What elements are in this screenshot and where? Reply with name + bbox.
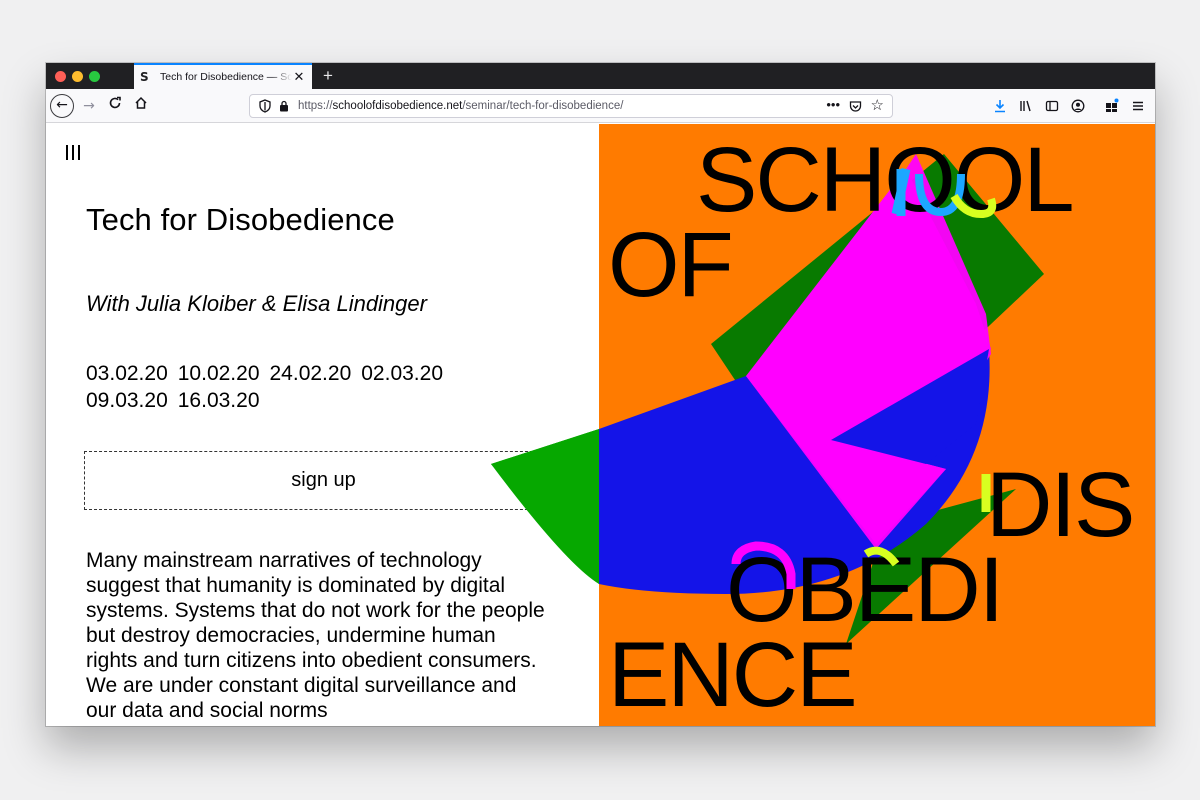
logo-line-school: SCHOOL: [696, 129, 1075, 231]
session-dates: 03.02.20 10.02.20 24.02.20 02.03.20 09.03.20…: [86, 360, 506, 414]
reload-icon: [109, 96, 121, 109]
date-item: 09.03.20: [86, 389, 168, 412]
tab-favicon-icon: S: [140, 70, 149, 84]
url-text[interactable]: https://schoolofdisobedience.net/seminar…: [298, 100, 623, 112]
date-item: 03.02.20: [86, 362, 168, 385]
logo-line-of: OF: [608, 214, 734, 316]
browser-window: S Tech for Disobedience — School of Diso…: [46, 63, 1155, 726]
window-minimize-button[interactable]: [72, 71, 83, 82]
home-button[interactable]: [130, 95, 152, 117]
lock-icon[interactable]: [278, 100, 290, 112]
page-actions-more-icon[interactable]: •••: [826, 97, 840, 112]
app-menu-icon[interactable]: [1128, 96, 1148, 116]
tab-title: Tech for Disobedience — School of Disobe…: [160, 71, 292, 83]
active-tab[interactable]: S Tech for Disobedience — School of Diso…: [134, 63, 312, 89]
forward-button[interactable]: →: [78, 95, 100, 117]
signup-button[interactable]: sign up: [84, 451, 563, 510]
new-tab-button[interactable]: +: [318, 65, 338, 87]
back-button[interactable]: ←: [50, 94, 74, 118]
date-item: 16.03.20: [177, 389, 260, 412]
tab-close-icon[interactable]: ✕: [292, 69, 306, 85]
nav-bar: ← → https://schoolofdisobedience.net/sem…: [46, 89, 1155, 123]
url-path: /seminar/tech-for-disobedience/: [462, 100, 624, 112]
account-icon[interactable]: [1068, 96, 1088, 116]
date-item: 02.03.20: [361, 362, 443, 385]
date-item: 10.02.20: [177, 362, 260, 385]
home-icon: [135, 96, 147, 109]
url-bar[interactable]: https://schoolofdisobedience.net/seminar…: [249, 94, 893, 118]
pocket-icon[interactable]: [849, 100, 862, 113]
logo-line-dis: DIS: [986, 454, 1135, 556]
menu-icon[interactable]: [66, 145, 82, 161]
sidebar-icon[interactable]: [1042, 96, 1062, 116]
url-scheme: https://: [298, 100, 333, 112]
window-maximize-button[interactable]: [89, 71, 100, 82]
downloads-icon[interactable]: [990, 96, 1010, 116]
web-page: Tech for Disobedience With Julia Kloiber…: [46, 124, 1155, 726]
date-item: 24.02.20: [269, 362, 352, 385]
logo-line-ence: ENCE: [608, 624, 858, 726]
description-text: Many mainstream narratives of technology…: [86, 549, 545, 722]
library-icon[interactable]: [1016, 96, 1036, 116]
logo-line-obedi: OBEDI: [726, 539, 1004, 641]
hosts-line: With Julia Kloiber & Elisa Lindinger: [86, 291, 427, 316]
extensions-icon[interactable]: [1102, 96, 1122, 116]
url-domain: schoolofdisobedience.net: [332, 100, 463, 112]
tab-strip: S Tech for Disobedience — School of Diso…: [46, 63, 1155, 89]
reload-button[interactable]: [104, 95, 126, 117]
page-title: Tech for Disobedience: [86, 202, 395, 237]
bookmark-star-icon[interactable]: ☆: [871, 96, 884, 114]
tracking-shield-icon[interactable]: [258, 99, 272, 113]
window-close-button[interactable]: [55, 71, 66, 82]
content-panel: Tech for Disobedience With Julia Kloiber…: [46, 124, 599, 726]
